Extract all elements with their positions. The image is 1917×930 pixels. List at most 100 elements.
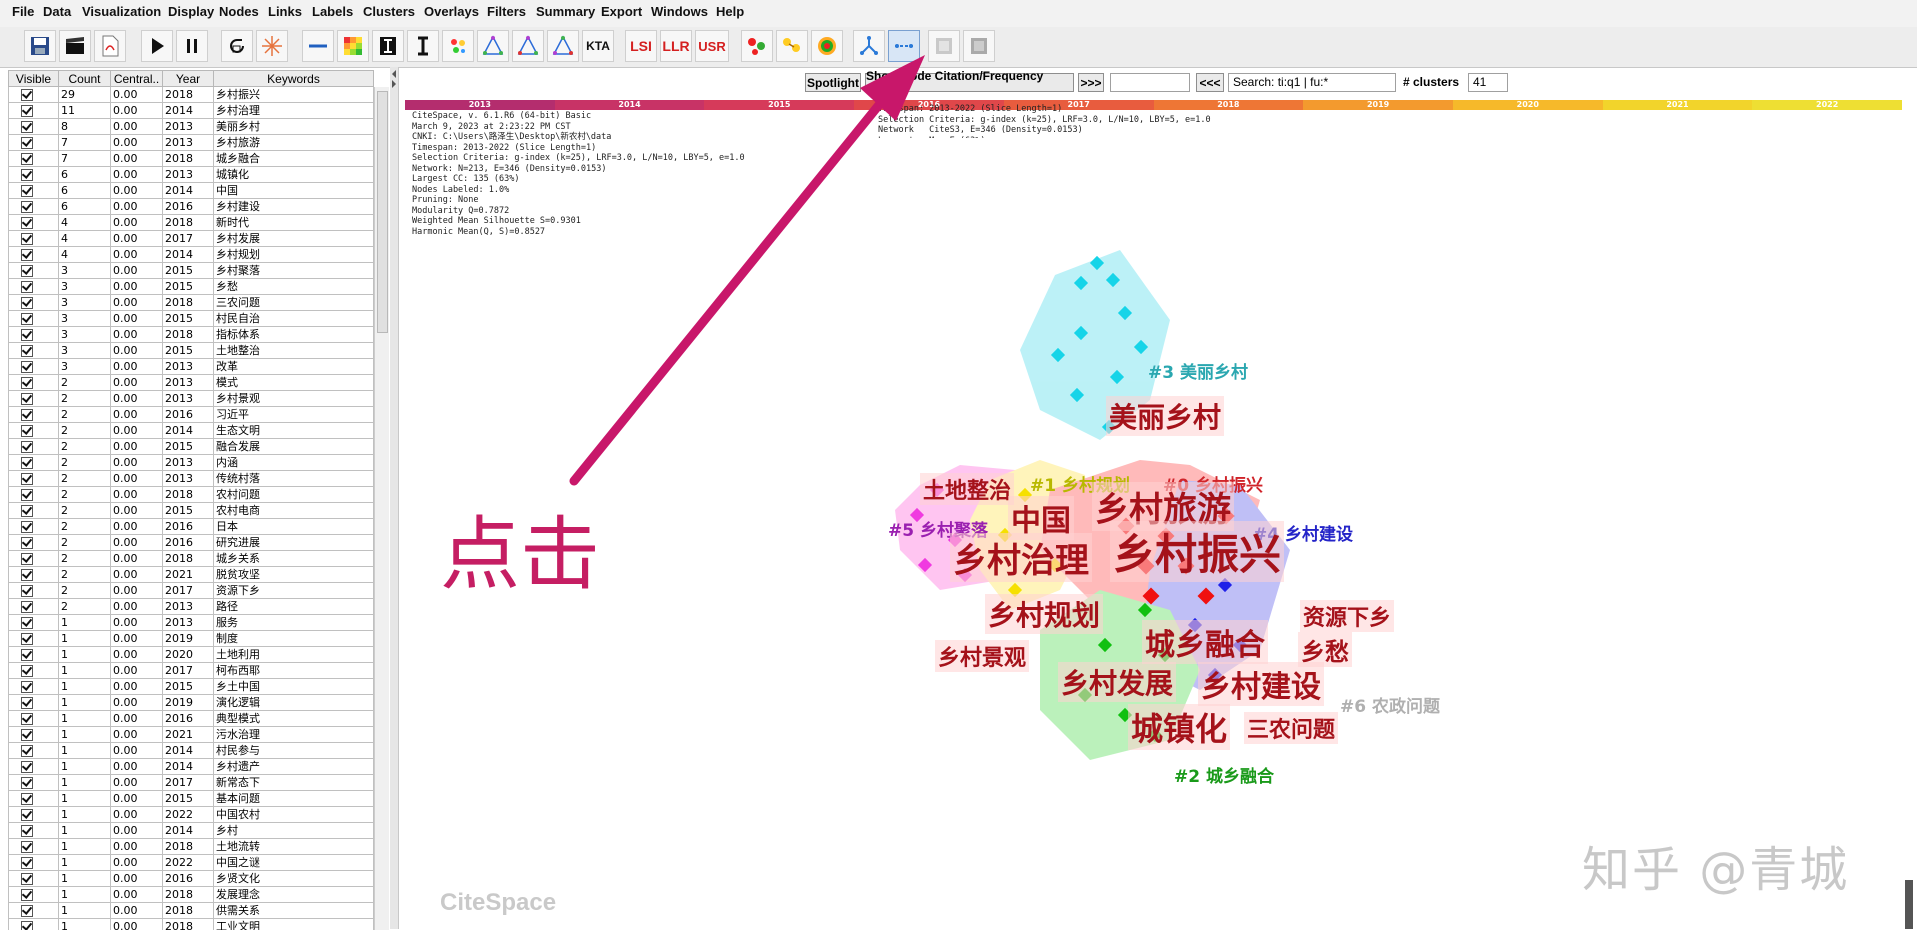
search-input[interactable]: Search: ti:q1 | fu:* — [1228, 73, 1396, 92]
table-row[interactable]: 10.002019演化逻辑 — [9, 695, 374, 711]
table-row[interactable]: 40.002017乡村发展 — [9, 231, 374, 247]
triangle-icon-1[interactable] — [477, 30, 509, 62]
checkbox-checked-icon[interactable] — [21, 265, 33, 277]
visible-checkbox[interactable] — [9, 663, 59, 679]
table-row[interactable]: 10.002022中国农村 — [9, 807, 374, 823]
menu-links[interactable]: Links — [268, 4, 302, 19]
table-row[interactable]: 20.002016日本 — [9, 519, 374, 535]
table-row[interactable]: 10.002014村民参与 — [9, 743, 374, 759]
visible-checkbox[interactable] — [9, 759, 59, 775]
checkbox-checked-icon[interactable] — [21, 89, 33, 101]
table-row[interactable]: 40.002014乡村规划 — [9, 247, 374, 263]
visible-checkbox[interactable] — [9, 679, 59, 695]
visible-checkbox[interactable] — [9, 519, 59, 535]
visible-checkbox[interactable] — [9, 567, 59, 583]
visible-checkbox[interactable] — [9, 871, 59, 887]
visible-checkbox[interactable] — [9, 455, 59, 471]
checkbox-checked-icon[interactable] — [21, 153, 33, 165]
checkbox-checked-icon[interactable] — [21, 473, 33, 485]
checkbox-checked-icon[interactable] — [21, 761, 33, 773]
table-row[interactable]: 20.002015融合发展 — [9, 439, 374, 455]
canvas-scrollbar[interactable] — [1905, 880, 1913, 929]
menu-visualization[interactable]: Visualization — [82, 4, 161, 19]
table-row[interactable]: 10.002015乡土中国 — [9, 679, 374, 695]
checkbox-checked-icon[interactable] — [21, 617, 33, 629]
next-button[interactable]: >>> — [1078, 73, 1104, 92]
table-row[interactable]: 40.002018新时代 — [9, 215, 374, 231]
visible-checkbox[interactable] — [9, 231, 59, 247]
table-row[interactable]: 60.002013城镇化 — [9, 167, 374, 183]
table-row[interactable]: 10.002017新常态下 — [9, 775, 374, 791]
table-row[interactable]: 10.002014乡村遗产 — [9, 759, 374, 775]
visible-checkbox[interactable] — [9, 103, 59, 119]
keyword-label[interactable]: 美丽乡村 — [1106, 396, 1224, 436]
checkbox-checked-icon[interactable] — [21, 297, 33, 309]
visible-checkbox[interactable] — [9, 151, 59, 167]
checkbox-checked-icon[interactable] — [21, 601, 33, 613]
menu-clusters[interactable]: Clusters — [363, 4, 415, 19]
table-row[interactable]: 30.002015乡村聚落 — [9, 263, 374, 279]
checkbox-checked-icon[interactable] — [21, 537, 33, 549]
table-row[interactable]: 10.002018供需关系 — [9, 903, 374, 919]
visible-checkbox[interactable] — [9, 87, 59, 103]
visible-checkbox[interactable] — [9, 503, 59, 519]
header-centrality[interactable]: Central.. — [111, 71, 163, 87]
visible-checkbox[interactable] — [9, 391, 59, 407]
keyword-label[interactable]: 乡村建设 — [1198, 662, 1324, 706]
keyword-label[interactable]: 资源下乡 — [1300, 600, 1394, 632]
checkbox-checked-icon[interactable] — [21, 857, 33, 869]
table-row[interactable]: 10.002018发展理念 — [9, 887, 374, 903]
checkbox-checked-icon[interactable] — [21, 345, 33, 357]
cluster-label-6[interactable]: #6 农政问题 — [1340, 692, 1440, 717]
menu-summary[interactable]: Summary — [536, 4, 595, 19]
checkbox-checked-icon[interactable] — [21, 889, 33, 901]
text-cursor-icon[interactable] — [407, 30, 439, 62]
visible-checkbox[interactable] — [9, 711, 59, 727]
visible-checkbox[interactable] — [9, 743, 59, 759]
triangle-icon-2[interactable] — [512, 30, 544, 62]
keyword-label[interactable]: 乡村振兴 — [1110, 521, 1284, 582]
visible-checkbox[interactable] — [9, 727, 59, 743]
table-row[interactable]: 10.002016典型模式 — [9, 711, 374, 727]
checkbox-checked-icon[interactable] — [21, 185, 33, 197]
prev-button[interactable]: <<< — [1196, 73, 1224, 92]
menu-overlays[interactable]: Overlays — [424, 4, 479, 19]
visible-checkbox[interactable] — [9, 215, 59, 231]
checkbox-checked-icon[interactable] — [21, 841, 33, 853]
table-row[interactable]: 70.002013乡村旅游 — [9, 135, 374, 151]
table-row[interactable]: 20.002018农村问题 — [9, 487, 374, 503]
checkbox-checked-icon[interactable] — [21, 457, 33, 469]
table-row[interactable]: 30.002015土地整治 — [9, 343, 374, 359]
menu-display[interactable]: Display — [168, 4, 214, 19]
visible-checkbox[interactable] — [9, 183, 59, 199]
visible-checkbox[interactable] — [9, 599, 59, 615]
visible-checkbox[interactable] — [9, 887, 59, 903]
checkbox-checked-icon[interactable] — [21, 777, 33, 789]
visible-checkbox[interactable] — [9, 615, 59, 631]
checkbox-checked-icon[interactable] — [21, 169, 33, 181]
cluster-label-2[interactable]: #2 城乡融合 — [1174, 762, 1274, 787]
line-icon[interactable] — [302, 30, 334, 62]
pdf-icon[interactable] — [94, 30, 126, 62]
menu-nodes[interactable]: Nodes — [219, 4, 259, 19]
header-year[interactable]: Year — [163, 71, 214, 87]
checkbox-checked-icon[interactable] — [21, 201, 33, 213]
visible-checkbox[interactable] — [9, 199, 59, 215]
visible-checkbox[interactable] — [9, 119, 59, 135]
checkbox-checked-icon[interactable] — [21, 393, 33, 405]
table-row[interactable]: 20.002013路径 — [9, 599, 374, 615]
visible-checkbox[interactable] — [9, 375, 59, 391]
visible-checkbox[interactable] — [9, 791, 59, 807]
table-row[interactable]: 10.002022中国之谜 — [9, 855, 374, 871]
menu-help[interactable]: Help — [716, 4, 744, 19]
visible-checkbox[interactable] — [9, 471, 59, 487]
table-row[interactable]: 10.002019制度 — [9, 631, 374, 647]
table-row[interactable]: 20.002016习近平 — [9, 407, 374, 423]
text-box-icon[interactable] — [372, 30, 404, 62]
visible-checkbox[interactable] — [9, 327, 59, 343]
checkbox-checked-icon[interactable] — [21, 329, 33, 341]
visible-checkbox[interactable] — [9, 903, 59, 919]
checkbox-checked-icon[interactable] — [21, 137, 33, 149]
table-row[interactable]: 10.002017柯布西耶 — [9, 663, 374, 679]
checkbox-checked-icon[interactable] — [21, 873, 33, 885]
